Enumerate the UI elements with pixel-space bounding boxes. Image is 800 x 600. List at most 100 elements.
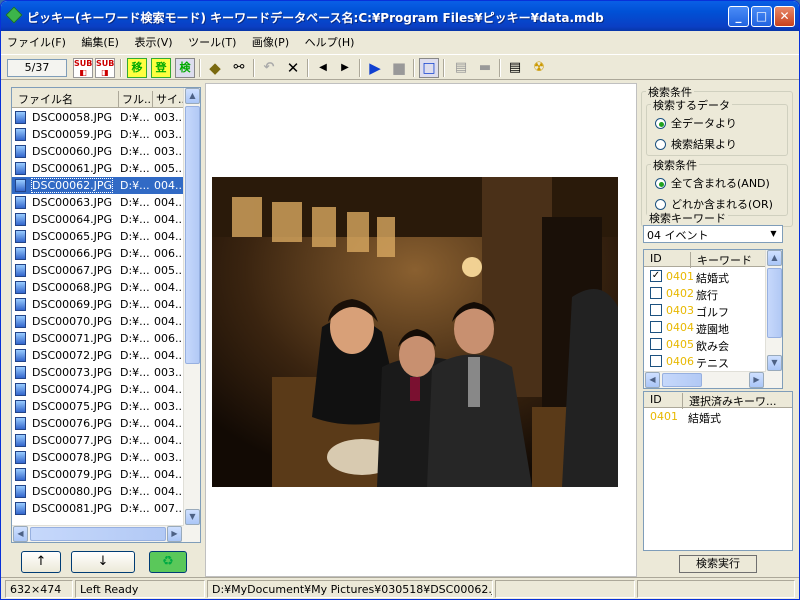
file-list-row[interactable]: DSC00060.JPG D:¥... 003...	[12, 143, 186, 160]
play-icon[interactable]: ▶	[365, 58, 385, 78]
scroll-left-icon[interactable]: ◀	[13, 526, 28, 542]
register-button[interactable]: 登	[151, 58, 171, 78]
column-header-filename[interactable]: ファイル名	[18, 91, 73, 107]
move-up-button[interactable]: ↑	[21, 551, 61, 573]
file-list-row[interactable]: DSC00061.JPG D:¥... 005...	[12, 160, 186, 177]
file-list-row[interactable]: DSC00074.JPG D:¥... 004...	[12, 381, 186, 398]
column-header-sel-keyword[interactable]: 選択済みキーワ...	[682, 393, 777, 409]
keyword-row[interactable]: 0402 旅行	[644, 285, 766, 302]
file-size: 004...	[154, 434, 186, 447]
folder-icon[interactable]: ▬	[475, 58, 495, 78]
keyword-row[interactable]: 0406 テニス	[644, 353, 766, 370]
keyword-row[interactable]: 0404 遊園地	[644, 319, 766, 336]
file-path: D:¥...	[120, 383, 150, 396]
file-list-row[interactable]: DSC00079.JPG D:¥... 004...	[12, 466, 186, 483]
scroll-thumb[interactable]	[185, 106, 200, 364]
column-header-keyword[interactable]: キーワード	[690, 252, 766, 268]
radio-all-data[interactable]: 全データより	[655, 115, 737, 131]
file-list-row[interactable]: DSC00059.JPG D:¥... 003...	[12, 126, 186, 143]
scroll-down-icon[interactable]: ▼	[767, 355, 782, 371]
minimize-button[interactable]: _	[728, 6, 749, 27]
file-list-row[interactable]: DSC00065.JPG D:¥... 004...	[12, 228, 186, 245]
search-execute-button[interactable]: 検索実行	[679, 555, 757, 573]
keyword-checkbox[interactable]: ✓	[650, 270, 662, 282]
scroll-thumb[interactable]	[767, 268, 782, 338]
scroll-up-icon[interactable]: ▲	[185, 88, 200, 104]
radio-indicator	[655, 199, 666, 210]
menu-view[interactable]: 表示(V)	[128, 31, 178, 53]
move-down-button[interactable]: ↓	[71, 551, 135, 573]
menu-file[interactable]: ファイル(F)	[1, 31, 72, 53]
next-icon[interactable]: ▶	[335, 58, 355, 78]
keyword-row[interactable]: ✓ 0401 結婚式	[644, 268, 766, 285]
file-list-row[interactable]: DSC00077.JPG D:¥... 004...	[12, 432, 186, 449]
file-list-vscrollbar[interactable]: ▲ ▼	[183, 88, 200, 542]
delete-icon[interactable]: ✕	[283, 58, 303, 78]
file-list-row[interactable]: DSC00066.JPG D:¥... 006...	[12, 245, 186, 262]
menu-image[interactable]: 画像(P)	[246, 31, 295, 53]
binoculars-icon[interactable]: ⚯	[229, 58, 249, 78]
file-list-row[interactable]: DSC00069.JPG D:¥... 004...	[12, 296, 186, 313]
image-file-icon	[15, 417, 26, 430]
keyword-checkbox[interactable]	[650, 304, 662, 316]
search-mode-button[interactable]: 検	[175, 58, 195, 78]
file-list-row[interactable]: DSC00067.JPG D:¥... 005...	[12, 262, 186, 279]
recycle-button[interactable]: ♻	[149, 551, 187, 573]
file-list-row[interactable]: DSC00064.JPG D:¥... 004...	[12, 211, 186, 228]
scroll-up-icon[interactable]: ▲	[767, 250, 782, 266]
document-icon[interactable]: ▤	[451, 58, 471, 78]
file-list-row[interactable]: DSC00072.JPG D:¥... 004...	[12, 347, 186, 364]
hscroll-thumb[interactable]	[30, 527, 166, 541]
radiation-icon[interactable]: ☢	[529, 58, 549, 78]
scroll-right-icon[interactable]: ▶	[167, 526, 182, 542]
keyword-checkbox[interactable]	[650, 338, 662, 350]
keyword-checkbox[interactable]	[650, 355, 662, 367]
file-list-row[interactable]: DSC00080.JPG D:¥... 004...	[12, 483, 186, 500]
file-list-row[interactable]: DSC00058.JPG D:¥... 003...	[12, 109, 186, 126]
file-list-row[interactable]: DSC00068.JPG D:¥... 004...	[12, 279, 186, 296]
column-header-sel-id[interactable]: ID	[650, 393, 662, 406]
keyword-row[interactable]: 0403 ゴルフ	[644, 302, 766, 319]
fit-window-icon[interactable]: □	[419, 58, 439, 78]
menu-help[interactable]: ヘルプ(H)	[299, 31, 361, 53]
file-list-row[interactable]: DSC00078.JPG D:¥... 003...	[12, 449, 186, 466]
radio-and[interactable]: 全て含まれる(AND)	[655, 175, 770, 191]
scroll-down-icon[interactable]: ▼	[185, 509, 200, 525]
file-list-row[interactable]: DSC00063.JPG D:¥... 004...	[12, 194, 186, 211]
file-list-row[interactable]: DSC00075.JPG D:¥... 003...	[12, 398, 186, 415]
column-header-size[interactable]: サイ...	[152, 91, 184, 107]
selected-keyword-row[interactable]: 0401 結婚式	[644, 409, 792, 425]
file-list-hscrollbar[interactable]: ◀ ▶	[12, 525, 184, 542]
chevron-down-icon[interactable]: ▼	[766, 227, 781, 241]
keyword-row[interactable]: 0405 飲み会	[644, 336, 766, 353]
hscroll-thumb[interactable]	[662, 373, 702, 387]
stop-icon[interactable]: ■	[389, 58, 409, 78]
maximize-button[interactable]: □	[751, 6, 772, 27]
file-list-row[interactable]: DSC00071.JPG D:¥... 006...	[12, 330, 186, 347]
column-header-id[interactable]: ID	[650, 252, 662, 265]
sub-left-button[interactable]: SUB ◧	[73, 58, 93, 78]
menu-tools[interactable]: ツール(T)	[182, 31, 242, 53]
scroll-right-icon[interactable]: ▶	[749, 372, 764, 388]
category-select[interactable]: 04 イベント ▼	[643, 225, 783, 243]
keyword-checkbox[interactable]	[650, 321, 662, 333]
file-list-row[interactable]: DSC00076.JPG D:¥... 004...	[12, 415, 186, 432]
page-icon[interactable]: ▤	[505, 58, 525, 78]
prev-icon[interactable]: ◀	[313, 58, 333, 78]
sub-right-button[interactable]: SUB ◨	[95, 58, 115, 78]
keyword-checkbox[interactable]	[650, 287, 662, 299]
scroll-left-icon[interactable]: ◀	[645, 372, 660, 388]
file-list-row[interactable]: DSC00073.JPG D:¥... 003...	[12, 364, 186, 381]
keyword-vscrollbar[interactable]: ▲ ▼	[765, 250, 782, 388]
file-list-row[interactable]: DSC00070.JPG D:¥... 004...	[12, 313, 186, 330]
undo-icon[interactable]: ↶	[259, 58, 279, 78]
keyword-hscrollbar[interactable]: ◀ ▶	[644, 371, 766, 388]
menu-edit[interactable]: 編集(E)	[75, 31, 125, 53]
move-button[interactable]: 移	[127, 58, 147, 78]
file-list-row[interactable]: DSC00062.JPG D:¥... 004...	[12, 177, 186, 194]
diamond-icon[interactable]: ◆	[205, 58, 225, 78]
file-list-row[interactable]: DSC00081.JPG D:¥... 007...	[12, 500, 186, 517]
close-button[interactable]: ✕	[774, 6, 795, 27]
radio-from-results[interactable]: 検索結果より	[655, 136, 737, 152]
column-header-fullpath[interactable]: フル...	[118, 91, 152, 107]
